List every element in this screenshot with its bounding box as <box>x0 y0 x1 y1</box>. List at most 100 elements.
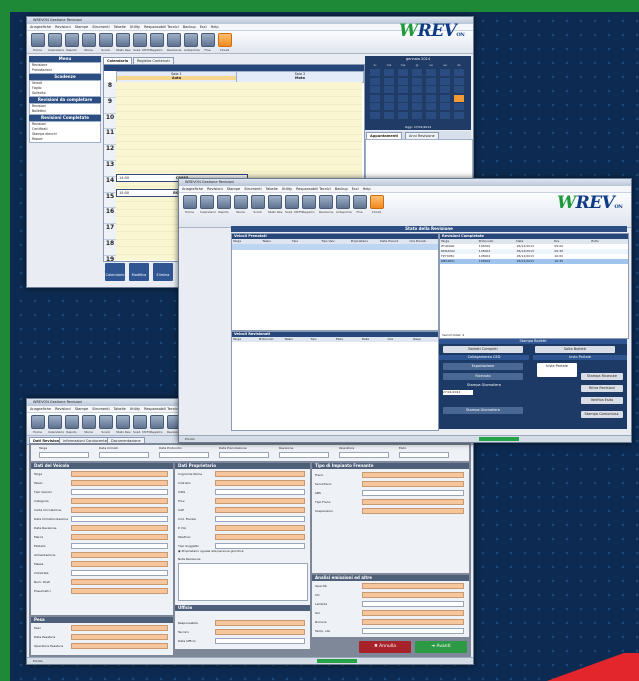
calendar-day-cell[interactable] <box>384 69 394 76</box>
menu-tabelle[interactable]: Tabelle <box>266 187 278 191</box>
toolbar-fine-button[interactable]: Fine <box>201 33 215 52</box>
note-area[interactable] <box>178 563 308 601</box>
ricevuto-button[interactable]: Ricevuto <box>443 373 523 380</box>
alimentazione-input[interactable] <box>71 552 168 558</box>
toolbar-registro-button[interactable]: Registro <box>150 33 164 52</box>
calendar-day-cell[interactable] <box>454 77 464 85</box>
calendario-button[interactable]: Calendario <box>105 263 125 281</box>
cod-fiscale-input[interactable] <box>215 516 305 522</box>
calendar-day-cell[interactable] <box>384 86 394 93</box>
peso-input[interactable] <box>71 625 168 631</box>
verifica-esito-button[interactable]: Verifica Esito <box>581 397 623 404</box>
menu-utility[interactable]: Utility <box>130 25 140 29</box>
menu-utility[interactable]: Utility <box>282 187 292 191</box>
data-prenotazione-input[interactable] <box>219 452 269 458</box>
calendar-day-cell[interactable] <box>412 111 422 119</box>
toolbar-anteprime-button[interactable]: Anteprime <box>336 195 352 214</box>
column-header-protocollo[interactable]: Protocollo <box>258 337 284 342</box>
calendar-day-cell[interactable] <box>370 111 380 119</box>
calendar-day-cell[interactable] <box>370 94 380 102</box>
menu-stampe[interactable]: Stampe <box>75 407 89 411</box>
prov-input[interactable] <box>215 498 305 504</box>
invia-portale-button[interactable]: Invia Portale <box>537 363 577 377</box>
calendar-day-cell[interactable] <box>412 77 422 85</box>
freno-input[interactable] <box>362 472 464 478</box>
giornaliera-date-input[interactable]: 27/01/2014 <box>443 390 473 395</box>
stampa-giornaliera-button[interactable]: Stampa Giornaliera <box>443 407 523 414</box>
calendar-day-cell[interactable] <box>398 111 408 119</box>
calendar-day-cell[interactable] <box>398 86 408 93</box>
toolbar-stato-rev-button[interactable]: Stato Rev. <box>116 415 131 434</box>
temp-olio-input[interactable] <box>362 628 464 634</box>
table-row[interactable]: DB04801 145006 26/12/2013 10:30 <box>440 259 628 264</box>
menu-revisioni[interactable]: Revisioni <box>207 187 223 191</box>
side-item-prenotazioni[interactable]: Prenotazioni <box>30 68 100 73</box>
column-header-targa[interactable]: Targa <box>232 337 258 342</box>
calendar-day-cell[interactable] <box>454 111 464 119</box>
menu-esci[interactable]: Esci <box>352 187 359 191</box>
targa-input[interactable] <box>39 452 89 458</box>
data-immatricolazione-input[interactable] <box>71 516 168 522</box>
calendar-day-cell[interactable] <box>384 94 394 102</box>
toolbar-calendario-button[interactable]: Calendario <box>48 415 64 434</box>
calendar-day-cell[interactable] <box>398 77 408 85</box>
menu-utility[interactable]: Utility <box>130 407 140 411</box>
calendar-day-cell[interactable] <box>384 103 394 110</box>
column-header-proprietario[interactable]: Proprietario <box>350 239 379 244</box>
calendar-day-cell[interactable] <box>426 94 436 102</box>
menu-strumenti[interactable]: Strumenti <box>92 407 109 411</box>
sospensioni-input[interactable] <box>362 508 464 514</box>
cap-input[interactable] <box>215 507 305 513</box>
calendar-day-cell[interactable] <box>440 86 450 93</box>
calendar-day-cell[interactable] <box>440 77 450 85</box>
responsabile-input[interactable] <box>215 620 305 626</box>
menu-strumenti[interactable]: Strumenti <box>92 25 109 29</box>
side-item-report[interactable]: Report <box>30 137 100 142</box>
calendar-day-cell[interactable] <box>398 69 408 76</box>
revisione-input[interactable] <box>279 452 329 458</box>
calendar-day-cell[interactable] <box>440 69 450 76</box>
column-header-resp[interactable]: Resp. <box>412 337 438 342</box>
citt-input[interactable] <box>215 489 305 495</box>
calendar-day-cell[interactable] <box>412 69 422 76</box>
menu-responsabili-tecnici[interactable]: Responsabili Tecnici <box>144 25 179 29</box>
menu-strumenti[interactable]: Strumenti <box>244 187 261 191</box>
annulla-button[interactable]: ✖ Annulla <box>359 641 411 653</box>
data-ufficio-input[interactable] <box>215 638 305 644</box>
calendar-day-cell[interactable] <box>440 111 450 119</box>
modello-input[interactable] <box>71 543 168 549</box>
column-header-ora-prenot[interactable]: Ora Prenot. <box>409 239 438 244</box>
toolbar-home-button[interactable]: Home <box>31 33 45 52</box>
giri-input[interactable] <box>362 610 464 616</box>
toolbar-rapido-button[interactable]: Rapido <box>217 195 231 214</box>
toolbar-rapido-button[interactable]: Rapido <box>65 33 79 52</box>
elimina-button[interactable]: Elimina <box>153 263 173 281</box>
calendar-day-cell[interactable] <box>454 69 464 76</box>
esportazione-button[interactable]: Esportazione <box>443 363 523 370</box>
menu-help[interactable]: Help <box>363 187 371 191</box>
toolbar-storie-button[interactable]: Storie <box>82 415 96 434</box>
calendar-day-cell[interactable] <box>384 77 394 85</box>
column-header-tipo[interactable]: Tipo <box>309 337 335 342</box>
operatore-pesatura-input[interactable] <box>71 643 168 649</box>
data-protocollo-input[interactable] <box>159 452 209 458</box>
data-immatr-input[interactable] <box>99 452 149 458</box>
co-input[interactable] <box>362 592 464 598</box>
targa-input[interactable] <box>71 471 168 477</box>
calendar-day-cell[interactable] <box>426 69 436 76</box>
calendar-day-cell[interactable] <box>412 94 422 102</box>
calendar-day-cell[interactable] <box>412 86 422 93</box>
toolbar-scad-mctc-button[interactable]: Scad. MCTC <box>133 415 151 434</box>
toolbar-home-button[interactable]: Home <box>31 415 45 434</box>
column-header-targa[interactable]: Targa <box>232 239 261 244</box>
calendar-day-cell[interactable] <box>370 86 380 93</box>
column-header-data[interactable]: Data <box>361 337 387 342</box>
indirizzo-input[interactable] <box>215 480 305 486</box>
toolbar-revisione-button[interactable]: Revisione <box>319 195 333 214</box>
column-header-telaio[interactable]: Telaio <box>284 337 310 342</box>
menu-backup[interactable]: Backup <box>183 25 196 29</box>
toolbar-registro-button[interactable]: Registro <box>150 415 164 434</box>
toolbar-rapido-button[interactable]: Rapido <box>65 415 79 434</box>
data-pesatura-input[interactable] <box>71 634 168 640</box>
calendar-day-cell[interactable] <box>412 103 422 110</box>
